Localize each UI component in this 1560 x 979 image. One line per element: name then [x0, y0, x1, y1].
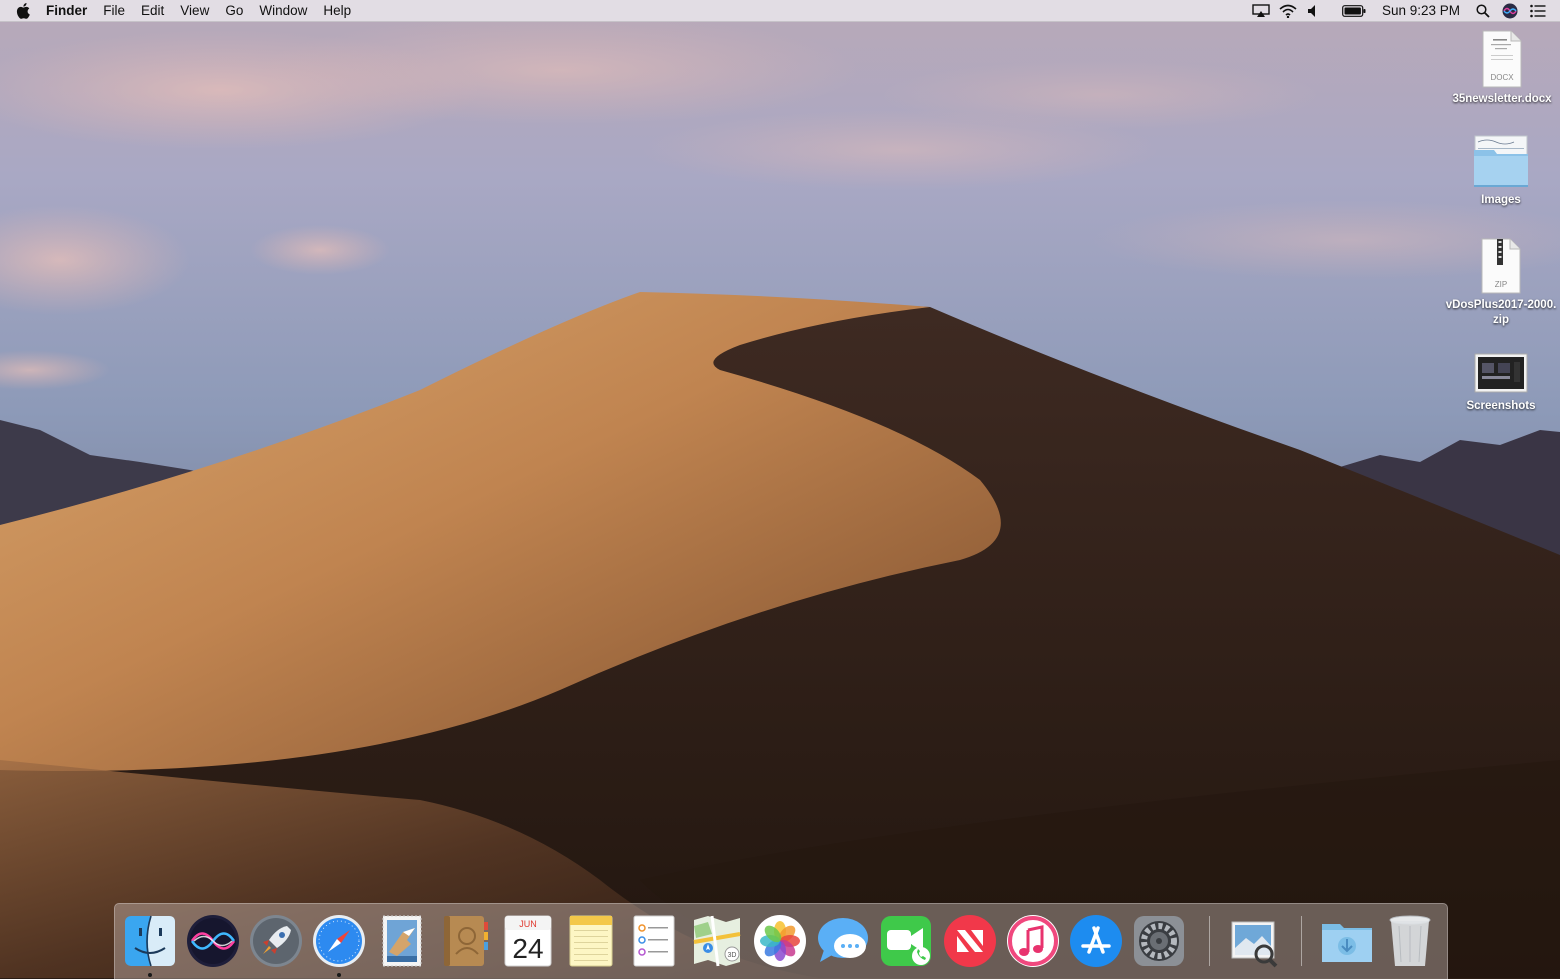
dock-news[interactable]	[941, 912, 999, 970]
docx-badge: DOCX	[1490, 73, 1514, 82]
menu-app-name[interactable]: Finder	[42, 0, 95, 21]
desktop-item-images[interactable]: Images	[1441, 134, 1560, 208]
desktop-item-vdosplus-zip[interactable]: ZIP vDosPlus2017-2000.zip	[1441, 237, 1560, 328]
desktop[interactable]: Finder File Edit View Go Window Help Sun…	[0, 0, 1560, 979]
airplay-icon[interactable]	[1252, 0, 1270, 21]
menu-bar: Finder File Edit View Go Window Help Sun…	[0, 0, 1560, 22]
desktop-wallpaper	[0, 0, 1560, 978]
spotlight-icon[interactable]	[1476, 0, 1490, 21]
dock-trash[interactable]	[1381, 912, 1439, 970]
launchpad-rocket-icon	[250, 915, 302, 967]
dock-messages[interactable]	[814, 912, 872, 970]
dock-calendar[interactable]: JUN 24	[499, 912, 557, 970]
downloads-folder-icon	[1322, 924, 1372, 962]
dock-safari[interactable]	[310, 912, 368, 970]
calendar-day: 24	[512, 933, 543, 964]
desktop-item-label: Images	[1481, 194, 1521, 206]
preview-icon	[1231, 921, 1278, 968]
running-indicator	[337, 973, 341, 977]
dock-itunes[interactable]	[1004, 912, 1062, 970]
trash-icon	[1389, 915, 1431, 966]
dock-separator	[1301, 916, 1302, 966]
photos-flower-icon	[754, 915, 806, 967]
docx-document-icon: DOCX	[1482, 30, 1522, 88]
menu-view[interactable]: View	[172, 0, 217, 21]
mail-stamp-icon	[382, 915, 422, 967]
maps-icon: 3D	[693, 915, 741, 967]
desktop-item-newsletter[interactable]: DOCX 35newsletter.docx	[1442, 29, 1560, 107]
gear-icon	[1134, 916, 1184, 966]
dock-notes[interactable]	[562, 912, 620, 970]
news-icon	[944, 915, 996, 967]
notes-icon	[569, 915, 613, 967]
reminders-icon	[633, 915, 675, 967]
zip-badge: ZIP	[1495, 280, 1507, 289]
menu-clock[interactable]: Sun 9:23 PM	[1382, 0, 1460, 21]
wifi-icon[interactable]	[1279, 0, 1297, 21]
desktop-item-screenshots[interactable]: Screenshots	[1441, 348, 1560, 414]
folder-icon	[1474, 135, 1528, 187]
finder-icon	[125, 915, 175, 967]
menu-edit[interactable]: Edit	[133, 0, 172, 21]
dock-maps[interactable]: 3D	[688, 912, 746, 970]
dock-siri[interactable]	[184, 912, 242, 970]
siri-icon	[187, 915, 239, 967]
siri-icon[interactable]	[1502, 0, 1518, 21]
desktop-item-label: 35newsletter.docx	[1452, 93, 1552, 105]
maps-3d-badge: 3D	[728, 952, 737, 959]
menu-file[interactable]: File	[95, 0, 133, 21]
dock-app-store[interactable]	[1067, 912, 1125, 970]
dock-preview[interactable]	[1224, 912, 1282, 970]
desktop-item-label: vDosPlus2017-2000.zip	[1445, 299, 1557, 326]
dock-system-preferences[interactable]	[1130, 912, 1188, 970]
safari-compass-icon	[313, 915, 365, 967]
running-indicator	[148, 973, 152, 977]
screenshot-folder-icon	[1474, 353, 1528, 393]
messages-icon	[818, 918, 868, 962]
facetime-icon	[881, 916, 931, 966]
menu-window[interactable]: Window	[251, 0, 315, 21]
apple-menu-icon[interactable]	[16, 2, 30, 19]
menu-help[interactable]: Help	[315, 0, 359, 21]
contacts-book-icon	[444, 916, 488, 966]
volume-icon[interactable]	[1306, 0, 1320, 21]
dock: JUN 24 3D	[114, 903, 1448, 979]
zip-archive-icon: ZIP	[1481, 238, 1521, 294]
calendar-icon: JUN 24	[504, 915, 552, 967]
dock-separator	[1209, 916, 1210, 966]
dock-contacts[interactable]	[436, 912, 494, 970]
dock-downloads[interactable]	[1318, 912, 1376, 970]
dock-mail[interactable]	[373, 912, 431, 970]
dock-reminders[interactable]	[625, 912, 683, 970]
dock-photos[interactable]	[751, 912, 809, 970]
itunes-music-note-icon	[1007, 915, 1059, 967]
notification-center-icon[interactable]	[1530, 0, 1546, 21]
desktop-item-label: Screenshots	[1466, 400, 1536, 412]
dock-launchpad[interactable]	[247, 912, 305, 970]
battery-icon[interactable]	[1342, 0, 1366, 21]
app-store-icon	[1070, 915, 1122, 967]
dock-finder[interactable]	[121, 912, 179, 970]
menu-go[interactable]: Go	[217, 0, 251, 21]
calendar-month: JUN	[519, 919, 537, 929]
dock-facetime[interactable]	[877, 912, 935, 970]
